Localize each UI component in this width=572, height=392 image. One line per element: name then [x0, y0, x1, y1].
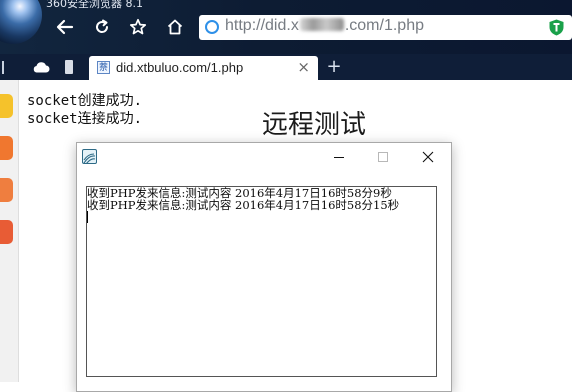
- star-icon: [129, 18, 147, 35]
- tab-favicon-icon: 萘: [97, 61, 110, 74]
- phone-icon[interactable]: [65, 60, 73, 74]
- new-tab-plus-icon[interactable]: +: [324, 54, 344, 80]
- url-prefix: http://did.x: [225, 17, 299, 34]
- back-button[interactable]: [55, 16, 75, 38]
- refresh-button[interactable]: [92, 16, 112, 38]
- home-button[interactable]: [165, 16, 185, 38]
- maximize-icon: [378, 152, 388, 162]
- side-toolbar: [0, 80, 19, 382]
- window-title: 360安全浏览器 8.1: [46, 0, 143, 10]
- minimize-icon: [334, 157, 344, 158]
- sidebar-toggle-icon[interactable]: [2, 61, 4, 74]
- log-line-created: socket创建成功.: [27, 93, 143, 109]
- favorites-sidebar-icon[interactable]: [0, 94, 13, 118]
- browser-toolbar: 360安全浏览器 8.1 http://did.x .com/1.php: [0, 0, 572, 54]
- news-sidebar-icon[interactable]: [0, 220, 13, 244]
- message-dialog: 收到PHP发来信息:测试内容 2016年4月17日16时58分9秒 收到PHP发…: [76, 142, 452, 392]
- message-textarea[interactable]: 收到PHP发来信息:测试内容 2016年4月17日16时58分9秒 收到PHP发…: [86, 186, 437, 377]
- maximize-button[interactable]: [361, 143, 405, 171]
- refresh-icon: [96, 19, 109, 33]
- close-button[interactable]: [406, 143, 450, 171]
- address-text[interactable]: http://did.x .com/1.php: [225, 17, 424, 35]
- browser-logo-icon: [0, 0, 42, 44]
- cloud-icon[interactable]: [32, 61, 50, 73]
- tab-active[interactable]: 萘 did.xtbuluo.com/1.php ×: [89, 56, 318, 80]
- log-line-connected: socket连接成功.: [27, 111, 143, 127]
- shield-icon[interactable]: [549, 19, 564, 36]
- home-icon: [167, 19, 183, 35]
- page-load-icon: [205, 20, 219, 34]
- game-sidebar-icon[interactable]: [0, 178, 13, 202]
- back-arrow-icon: [56, 19, 74, 35]
- app-icon: [82, 149, 97, 164]
- tab-strip: 萘 did.xtbuluo.com/1.php ×: [0, 54, 572, 80]
- page-heading: 远程测试: [262, 110, 367, 140]
- tab-title: did.xtbuluo.com/1.php: [116, 60, 244, 75]
- close-icon: [422, 151, 434, 163]
- url-redacted-blur: [299, 18, 344, 31]
- tab-close-icon[interactable]: ×: [297, 58, 310, 76]
- minimize-button[interactable]: [317, 143, 361, 171]
- favorite-button[interactable]: [128, 16, 148, 38]
- url-suffix: .com/1.php: [344, 17, 424, 34]
- weibo-sidebar-icon[interactable]: [0, 136, 13, 160]
- address-bar[interactable]: http://did.x .com/1.php: [199, 15, 572, 40]
- message-line: 收到PHP发来信息:测试内容 2016年4月17日16时58分15秒: [87, 198, 400, 212]
- text-caret: [87, 211, 88, 223]
